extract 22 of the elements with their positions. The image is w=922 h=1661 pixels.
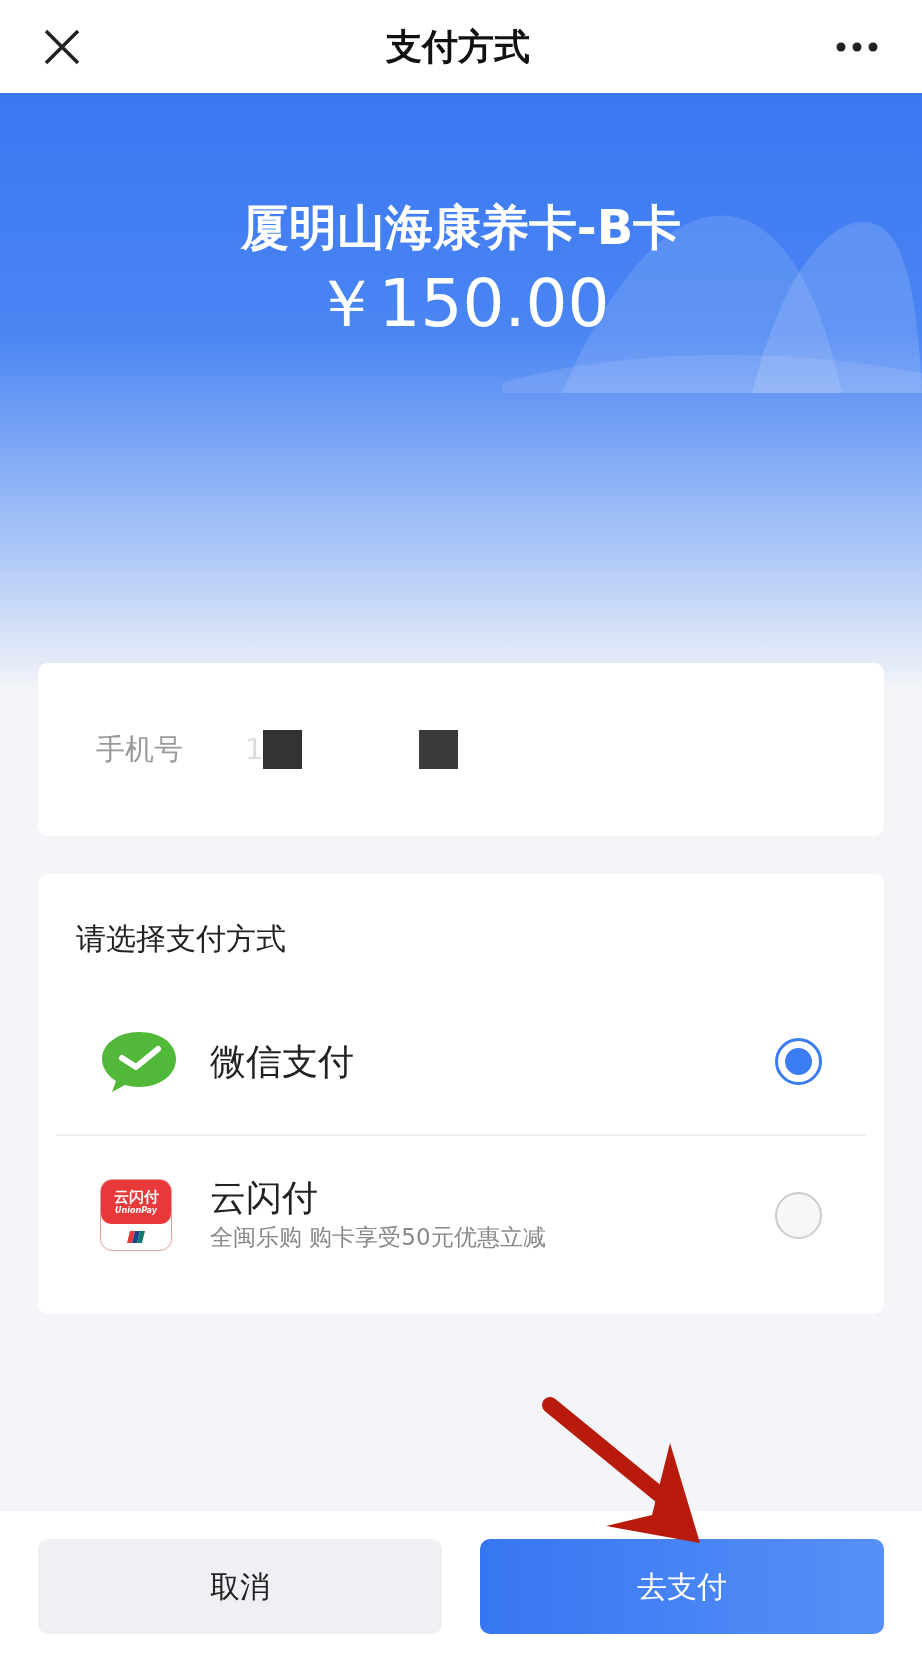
radio-button[interactable] [775,1191,822,1239]
redaction-block [419,730,459,769]
pay-button[interactable]: 去支付 [480,1538,884,1634]
section-title: 请选择支付方式 [75,920,287,958]
more-icon[interactable] [836,41,878,52]
price: ￥150.00 [312,264,610,344]
redaction-block [263,730,303,769]
page-title: 支付方式 [386,24,530,69]
close-icon[interactable] [44,28,80,65]
payment-option[interactable]: 微信支付 [56,989,866,1134]
cancel-button[interactable]: 取消 [38,1538,442,1634]
stripes-icon [127,1231,145,1243]
logo-text: 云闪付 [113,1189,159,1205]
radio-button[interactable] [775,1038,822,1085]
option-name: 微信支付 [210,1040,355,1084]
logo-subtext: UnionPay [115,1206,157,1215]
option-name: 云闪付 [210,1176,319,1221]
promo-text: 全闽乐购 购卡享受50元优惠立减 [210,1223,547,1253]
payment-option[interactable]: 云闪付 UnionPay 云闪付 全闽乐购 购卡享受50元优惠立减 [56,1134,866,1294]
product-name: 厦明山海康养卡-B卡 [240,198,682,257]
chat-check-icon [100,1029,178,1094]
phone-label: 手机号 [96,730,183,768]
